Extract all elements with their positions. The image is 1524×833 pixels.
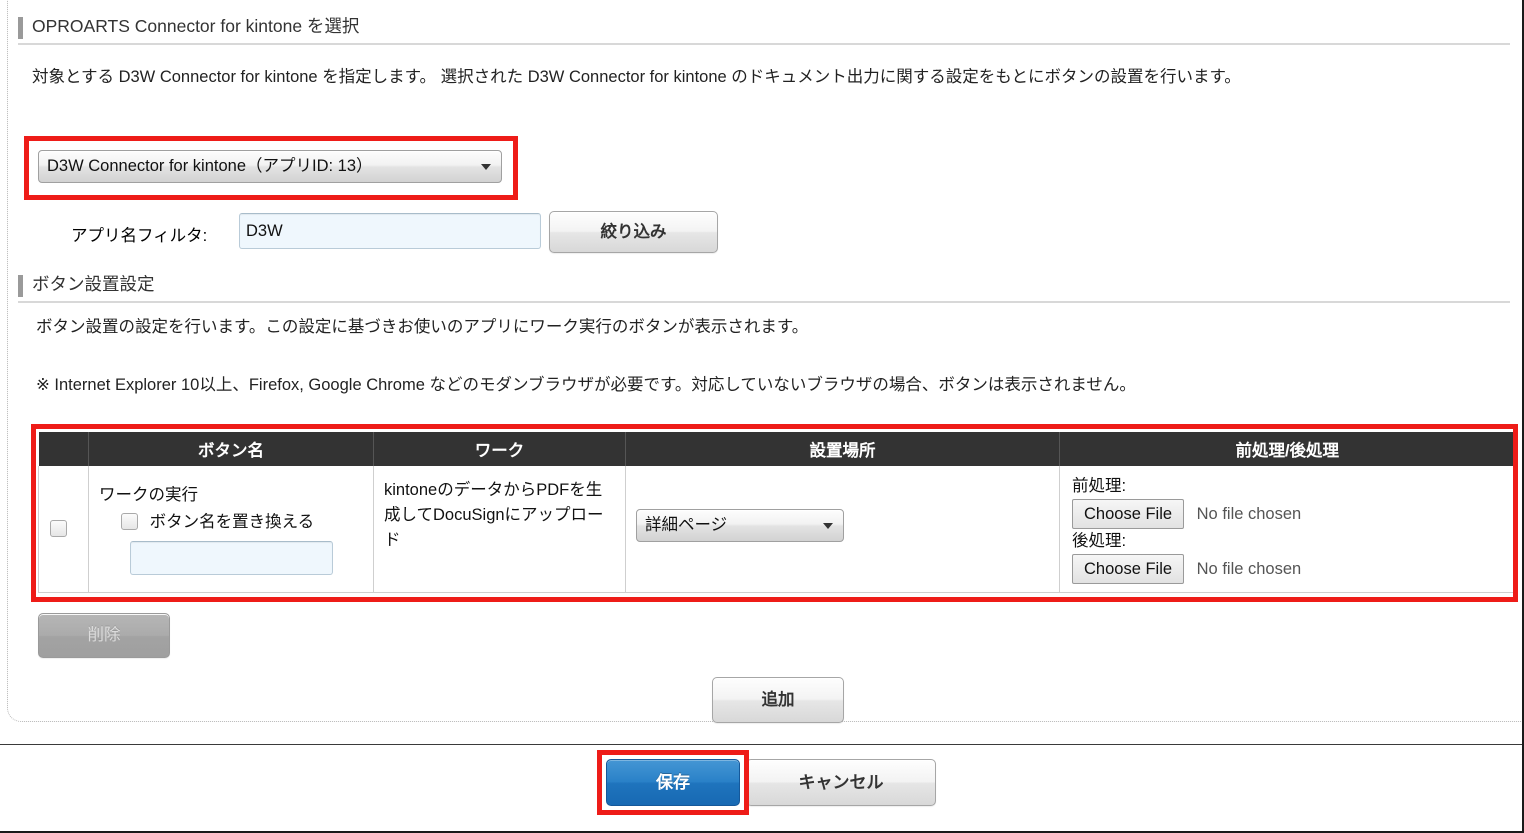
pre-post-cell: 前処理: Choose File No file chosen 後処理: Cho… bbox=[1059, 466, 1515, 593]
replace-name-row: ボタン名を置き換える bbox=[99, 510, 363, 535]
button-settings-section-title: ボタン設置設定 bbox=[32, 274, 155, 294]
button-settings-section-header: ボタン設置設定 bbox=[18, 274, 1510, 303]
filter-button[interactable]: 絞り込み bbox=[549, 211, 718, 253]
replace-name-checkbox[interactable] bbox=[121, 513, 138, 530]
location-select[interactable]: 詳細ページ bbox=[636, 508, 844, 542]
replace-name-label: ボタン名を置き換える bbox=[149, 513, 315, 531]
table-header-select bbox=[38, 432, 89, 466]
app-name-filter-input[interactable] bbox=[239, 213, 541, 249]
connector-section-description: 対象とする D3W Connector for kintone を指定します。 … bbox=[32, 68, 1241, 86]
table-header-work: ワーク bbox=[373, 432, 626, 466]
button-name-text: ワークの実行 bbox=[99, 486, 198, 504]
footer-divider bbox=[0, 744, 1522, 745]
cancel-button[interactable]: キャンセル bbox=[746, 759, 936, 806]
table-header-row: ボタン名 ワーク 設置場所 前処理/後処理 bbox=[38, 432, 1515, 466]
delete-button[interactable]: 削除 bbox=[38, 613, 170, 658]
button-settings-table: ボタン名 ワーク 設置場所 前処理/後処理 ワークの実行 ボタン名を置き換える … bbox=[38, 432, 1515, 593]
section-accent-bar bbox=[18, 275, 23, 297]
post-process-label: 後処理: bbox=[1072, 532, 1127, 550]
save-button[interactable]: 保存 bbox=[606, 759, 740, 806]
table-header-button-name: ボタン名 bbox=[88, 432, 374, 466]
browser-support-note: ※ Internet Explorer 10以上、Firefox, Google… bbox=[36, 376, 1136, 394]
replace-name-input[interactable] bbox=[130, 541, 333, 575]
post-process-file-status: No file chosen bbox=[1196, 560, 1302, 578]
chevron-down-icon bbox=[481, 164, 491, 170]
work-cell: kintoneのデータからPDFを生成してDocuSignにアップロード bbox=[373, 466, 626, 593]
connector-select-value: D3W Connector for kintone（アプリID: 13） bbox=[47, 157, 373, 175]
button-settings-description: ボタン設置の設定を行います。この設定に基づきお使いのアプリにワーク実行のボタンが… bbox=[36, 318, 809, 336]
button-name-cell: ワークの実行 ボタン名を置き換える bbox=[88, 466, 374, 593]
chevron-down-icon bbox=[823, 522, 833, 529]
location-select-value: 詳細ページ bbox=[645, 515, 728, 534]
add-button[interactable]: 追加 bbox=[712, 677, 844, 723]
row-select-cell bbox=[38, 466, 89, 593]
table-row: ワークの実行 ボタン名を置き換える kintoneのデータからPDFを生成してD… bbox=[38, 466, 1515, 593]
settings-panel bbox=[7, 0, 1522, 722]
post-process-file-row: Choose File No file chosen bbox=[1072, 554, 1504, 584]
section-accent-bar bbox=[18, 17, 23, 39]
screenshot-root: OPROARTS Connector for kintone を選択 対象とする… bbox=[0, 0, 1524, 833]
pre-process-file-status: No file chosen bbox=[1196, 505, 1302, 523]
table-header-pre-post: 前処理/後処理 bbox=[1059, 432, 1515, 466]
connector-section-title: OPROARTS Connector for kintone を選択 bbox=[32, 16, 360, 36]
replace-name-input-wrap bbox=[99, 541, 363, 575]
table-header-location: 設置場所 bbox=[625, 432, 1060, 466]
row-select-checkbox[interactable] bbox=[50, 519, 67, 537]
app-name-filter-label: アプリ名フィルタ: bbox=[71, 227, 208, 245]
pre-process-file-row: Choose File No file chosen bbox=[1072, 499, 1504, 529]
connector-section-header: OPROARTS Connector for kintone を選択 bbox=[18, 16, 1510, 45]
pre-process-label: 前処理: bbox=[1072, 477, 1127, 495]
connector-select[interactable]: D3W Connector for kintone（アプリID: 13） bbox=[38, 150, 502, 183]
pre-process-choose-file-button[interactable]: Choose File bbox=[1072, 499, 1185, 529]
location-cell: 詳細ページ bbox=[625, 466, 1060, 593]
post-process-choose-file-button[interactable]: Choose File bbox=[1072, 554, 1185, 584]
